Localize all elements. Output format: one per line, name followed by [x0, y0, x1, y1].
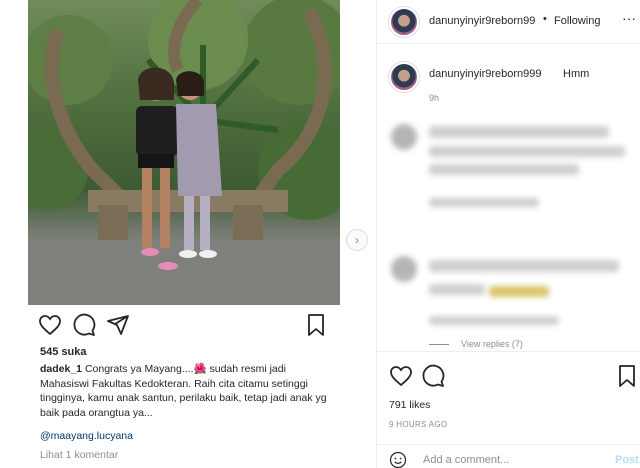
- post-actions: [38, 313, 330, 339]
- blurred-avatar: [391, 124, 417, 150]
- comment-time: 9h: [429, 93, 440, 103]
- view-comments-link[interactable]: Lihat 1 komentar: [40, 449, 118, 461]
- avatar[interactable]: [389, 62, 419, 92]
- comment-text: Hmm: [563, 68, 590, 80]
- separator-dot: •: [543, 13, 547, 25]
- photo-illustration: [28, 0, 340, 305]
- caption-username[interactable]: dadek_1: [40, 363, 82, 375]
- comment-item: danunyinyir9reborn999 Hmm 9h: [389, 62, 629, 103]
- add-comment-input[interactable]: Add a comment...: [423, 454, 509, 466]
- heart-icon[interactable]: [389, 364, 413, 388]
- view-replies-link[interactable]: View replies (7): [429, 339, 523, 349]
- header-username[interactable]: danunyinyir9reborn99: [429, 15, 535, 27]
- heart-icon[interactable]: [38, 313, 62, 337]
- left-post: 545 suka dadek_1 Congrats ya Mayang....🌺…: [0, 0, 340, 468]
- comment-username[interactable]: danunyinyir9reborn999: [429, 68, 542, 80]
- post-caption: dadek_1 Congrats ya Mayang....🌺 sudah re…: [40, 362, 330, 420]
- like-count[interactable]: 791 likes: [389, 399, 430, 411]
- blurred-comment: [429, 316, 559, 325]
- blurred-comment: [489, 286, 549, 297]
- blurred-comment: [429, 284, 485, 295]
- add-comment-bar: Add a comment... Post: [377, 444, 640, 468]
- share-icon[interactable]: [106, 313, 130, 337]
- following-button[interactable]: Following: [554, 15, 600, 27]
- blurred-comment: [429, 146, 625, 157]
- blurred-comment: [429, 126, 609, 138]
- avatar[interactable]: [389, 7, 419, 37]
- caption-mention[interactable]: @maayang.lucyana: [40, 430, 133, 442]
- like-count[interactable]: 545 suka: [40, 346, 86, 358]
- post-header: danunyinyir9reborn99 • Following ···: [377, 0, 640, 44]
- panel-actions: 791 likes 9 HOURS AGO Add a comment... P…: [377, 351, 640, 468]
- post-button[interactable]: Post: [615, 454, 639, 466]
- bookmark-icon[interactable]: [615, 364, 639, 388]
- blurred-comment: [429, 198, 539, 207]
- comment-icon[interactable]: [72, 313, 96, 337]
- bookmark-icon[interactable]: [304, 313, 328, 337]
- post-time: 9 HOURS AGO: [389, 420, 448, 429]
- post-photo[interactable]: [28, 0, 340, 305]
- comments-panel: danunyinyir9reborn99 • Following ··· dan…: [376, 0, 640, 468]
- blurred-avatar: [391, 256, 417, 282]
- blurred-comment: [429, 260, 619, 272]
- caption-text: Congrats ya Mayang....🌺 sudah resmi jadi…: [40, 363, 327, 419]
- more-options-icon[interactable]: ···: [622, 10, 636, 26]
- emoji-icon[interactable]: [389, 451, 407, 468]
- blurred-comment: [429, 164, 579, 175]
- comment-icon[interactable]: [421, 364, 445, 388]
- next-post-button[interactable]: ›: [346, 229, 368, 251]
